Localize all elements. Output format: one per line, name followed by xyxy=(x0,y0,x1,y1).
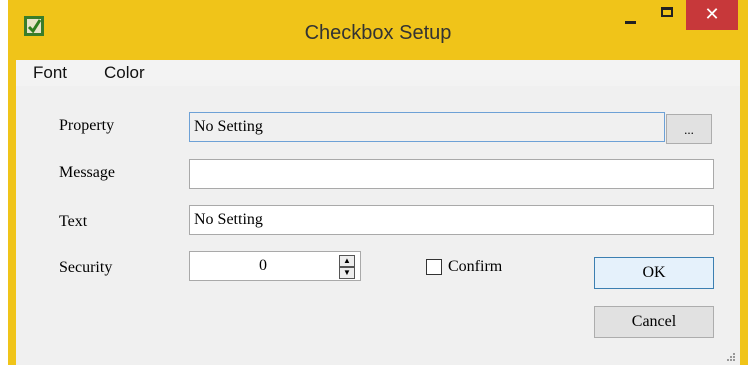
menu-bar: Font Color xyxy=(16,60,740,86)
resize-grip-icon[interactable] xyxy=(726,352,736,362)
property-label: Property xyxy=(59,117,115,134)
close-icon: ✕ xyxy=(704,4,720,25)
message-label: Message xyxy=(59,164,115,181)
security-label: Security xyxy=(59,259,113,276)
cancel-button[interactable]: Cancel xyxy=(594,306,714,338)
close-button[interactable]: ✕ xyxy=(686,0,738,30)
property-field[interactable]: No Setting xyxy=(189,112,665,142)
dialog-body: Property No Setting ... Message Text No … xyxy=(16,86,740,365)
security-input[interactable]: 0 xyxy=(189,251,361,281)
text-label: Text xyxy=(59,213,88,230)
text-field[interactable]: No Setting xyxy=(189,205,714,235)
minimize-button[interactable] xyxy=(612,0,648,32)
maximize-button[interactable] xyxy=(648,0,686,32)
checkbox-setup-window: Checkbox Setup ✕ Font Color Property No … xyxy=(8,0,748,365)
spin-down-button[interactable]: ▼ xyxy=(339,267,355,279)
menu-font[interactable]: Font xyxy=(33,63,67,83)
ok-button[interactable]: OK xyxy=(594,257,714,289)
property-browse-button[interactable]: ... xyxy=(666,114,712,144)
message-field[interactable] xyxy=(189,159,714,189)
title-bar[interactable]: Checkbox Setup ✕ xyxy=(8,0,748,60)
spin-up-button[interactable]: ▲ xyxy=(339,255,355,267)
confirm-checkbox[interactable] xyxy=(426,259,442,275)
menu-color[interactable]: Color xyxy=(104,63,145,83)
confirm-label: Confirm xyxy=(448,258,503,275)
